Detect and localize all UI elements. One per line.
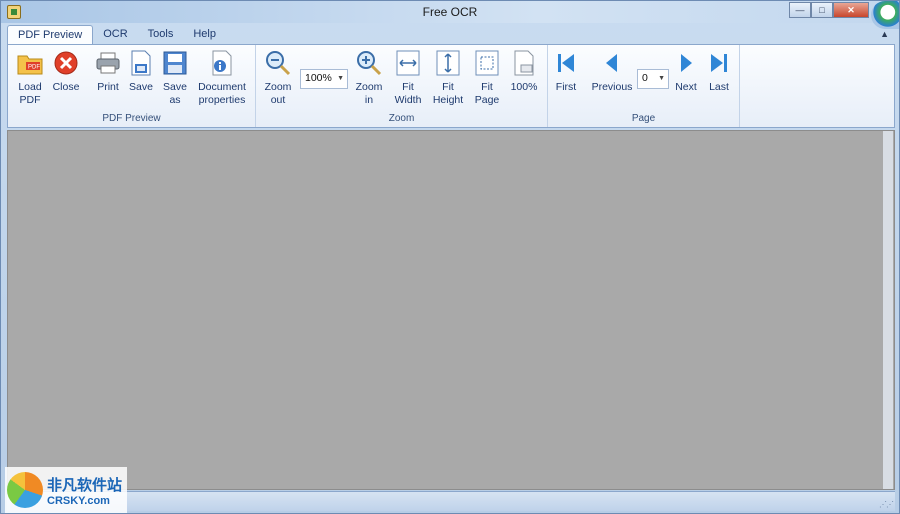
- ribbon-tabs: PDF Preview OCR Tools Help: [7, 25, 226, 45]
- save-as-button[interactable]: Save as: [155, 49, 195, 107]
- zoom-in-button[interactable]: Zoom in: [349, 49, 389, 107]
- watermark-logo: 非凡软件站 CRSKY.com: [5, 467, 127, 513]
- tab-pdf-preview[interactable]: PDF Preview: [7, 25, 94, 45]
- load-pdf-label: Load PDF: [18, 81, 42, 106]
- document-properties-button[interactable]: Document properties: [194, 49, 250, 107]
- close-window-button[interactable]: ✕: [833, 2, 869, 18]
- zoom-out-button[interactable]: Zoom out: [258, 49, 298, 107]
- document-info-icon: [208, 49, 236, 77]
- zoom-level-select[interactable]: 100% ▼: [300, 69, 348, 89]
- chevron-down-icon: ▼: [337, 75, 344, 82]
- document-view-area[interactable]: [7, 130, 895, 490]
- corner-logo-icon: [871, 1, 899, 29]
- save-as-icon: [161, 49, 189, 77]
- fit-height-button[interactable]: Fit Height: [428, 49, 468, 107]
- print-label: Print: [97, 81, 119, 93]
- ribbon-collapse-icon[interactable]: ▲: [880, 29, 889, 39]
- watermark-text: 非凡软件站 CRSKY.com: [47, 474, 122, 507]
- close-label: Close: [52, 81, 80, 93]
- resize-grip-icon[interactable]: ⋰⋰: [879, 500, 894, 509]
- last-page-label: Last: [709, 81, 729, 93]
- app-window: Free OCR — □ ✕ PDF Preview OCR Tools Hel…: [0, 0, 900, 514]
- printer-icon: [94, 49, 122, 77]
- window-controls: — □ ✕: [789, 2, 869, 18]
- close-circle-icon: [52, 49, 80, 77]
- chevron-down-icon: ▼: [658, 75, 665, 82]
- save-as-label: Save as: [163, 81, 187, 106]
- previous-page-label: Previous: [591, 81, 633, 93]
- actual-size-label: 100%: [510, 81, 538, 93]
- previous-page-icon: [598, 49, 626, 77]
- watermark-cn: 非凡软件站: [47, 475, 123, 494]
- load-pdf-button[interactable]: PDF Load PDF: [10, 49, 50, 107]
- first-page-label: First: [555, 81, 577, 93]
- save-label: Save: [129, 81, 153, 93]
- first-page-button[interactable]: First: [546, 49, 586, 94]
- folder-pdf-icon: PDF: [16, 49, 44, 77]
- previous-page-button[interactable]: Previous: [588, 49, 636, 94]
- zoom-in-label: Zoom in: [355, 81, 383, 106]
- group-pdf-preview: PDF Load PDF Close Print Save Save as Do…: [8, 45, 256, 127]
- watermark-en: CRSKY.com: [47, 494, 110, 507]
- fit-height-label: Fit Height: [432, 81, 464, 106]
- close-button[interactable]: Close: [46, 49, 86, 94]
- first-page-icon: [552, 49, 580, 77]
- group-label-pdf-preview: PDF Preview: [102, 113, 161, 124]
- last-page-button[interactable]: Last: [699, 49, 739, 94]
- page-number-select[interactable]: 0 ▼: [637, 69, 669, 89]
- actual-size-icon: [510, 49, 538, 77]
- group-label-page: Page: [631, 113, 656, 124]
- tab-help[interactable]: Help: [183, 25, 226, 45]
- fit-page-label: Fit Page: [474, 81, 500, 106]
- actual-size-button[interactable]: 100%: [504, 49, 544, 94]
- minimize-button[interactable]: —: [789, 2, 811, 18]
- watermark-swirl-icon: [7, 472, 43, 508]
- fit-page-icon: [473, 49, 501, 77]
- fit-page-button[interactable]: Fit Page: [467, 49, 507, 107]
- status-bar: ⋰⋰: [7, 491, 895, 511]
- window-title: Free OCR: [422, 5, 478, 19]
- fit-width-label: Fit Width: [394, 81, 422, 106]
- next-page-icon: [672, 49, 700, 77]
- title-bar[interactable]: Free OCR — □ ✕: [1, 1, 899, 29]
- svg-text:PDF: PDF: [28, 65, 40, 71]
- fit-width-button[interactable]: Fit Width: [388, 49, 428, 107]
- next-page-label: Next: [675, 81, 697, 93]
- maximize-button[interactable]: □: [811, 2, 833, 18]
- tab-ocr[interactable]: OCR: [93, 25, 137, 45]
- document-properties-label: Document properties: [198, 81, 246, 106]
- group-zoom: Zoom out 100% ▼ Zoom in Fit Width Fit He…: [256, 45, 548, 127]
- zoom-out-icon: [264, 49, 292, 77]
- tab-tools[interactable]: Tools: [138, 25, 184, 45]
- vertical-scrollbar[interactable]: [883, 131, 893, 489]
- group-page: First Previous 0 ▼ Next Last Page: [548, 45, 740, 127]
- zoom-level-value: 100%: [305, 72, 332, 84]
- fit-height-icon: [434, 49, 462, 77]
- zoom-out-label: Zoom out: [264, 81, 292, 106]
- group-label-zoom: Zoom: [388, 113, 415, 124]
- page-number-value: 0: [642, 72, 648, 84]
- save-icon: [127, 49, 155, 77]
- ribbon: PDF Load PDF Close Print Save Save as Do…: [7, 44, 895, 128]
- last-page-icon: [705, 49, 733, 77]
- fit-width-icon: [394, 49, 422, 77]
- zoom-in-icon: [355, 49, 383, 77]
